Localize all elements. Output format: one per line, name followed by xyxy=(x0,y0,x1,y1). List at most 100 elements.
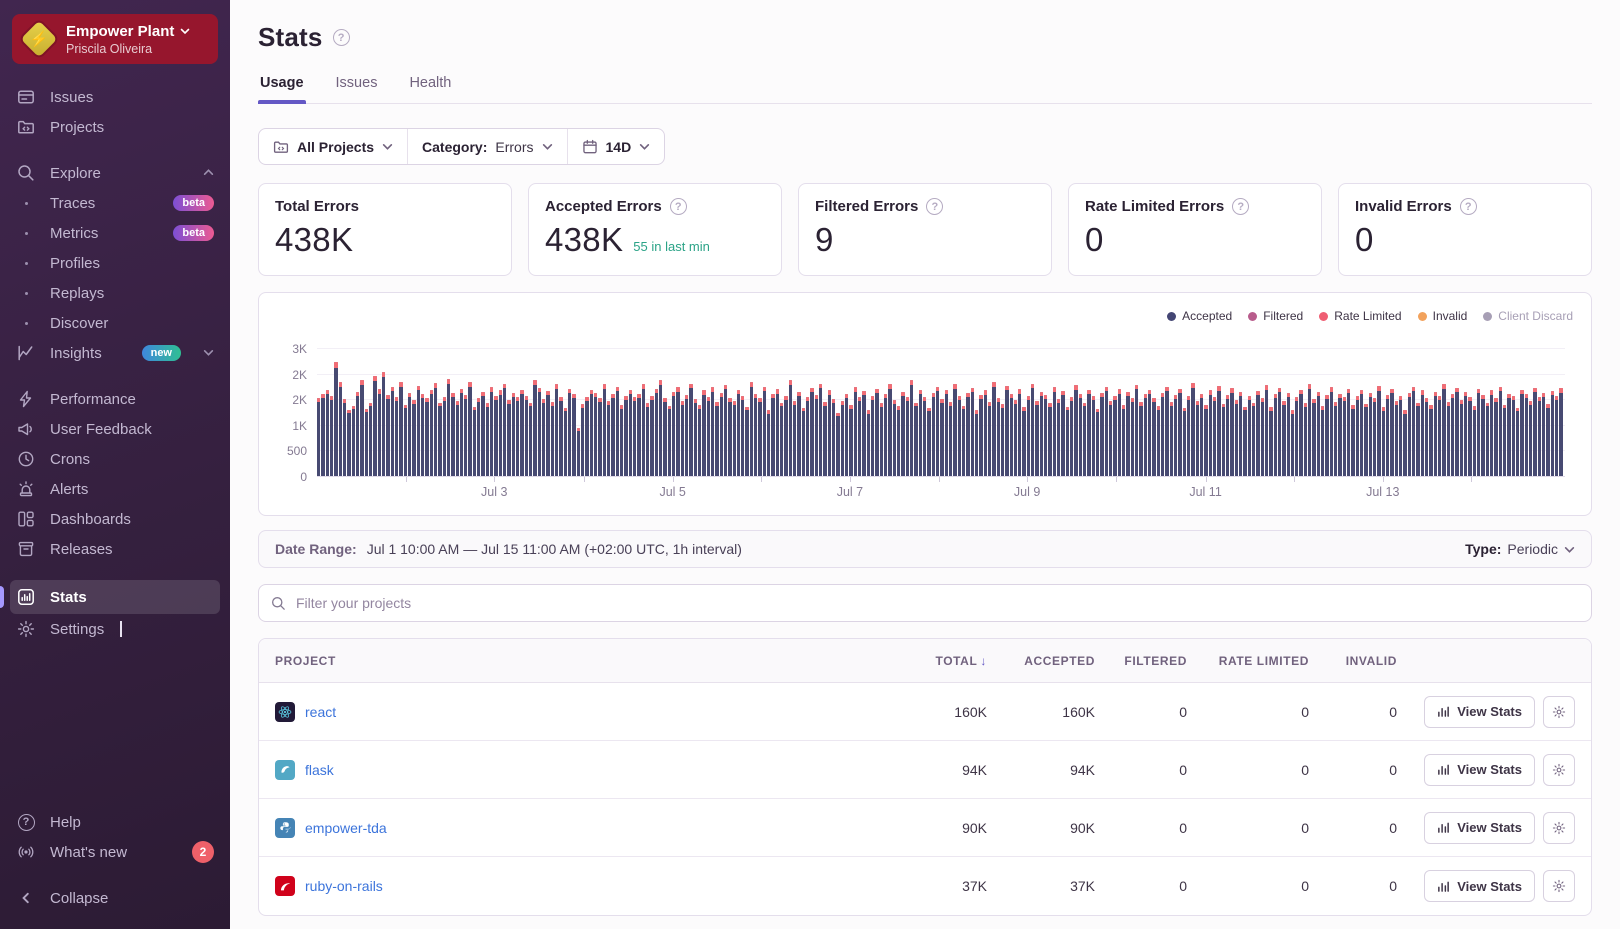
chart-bar[interactable] xyxy=(966,393,969,477)
chart-bar[interactable] xyxy=(1005,386,1008,477)
chart-bar[interactable] xyxy=(836,413,839,477)
chart-bar[interactable] xyxy=(1139,402,1142,477)
chart-bar[interactable] xyxy=(689,384,692,477)
chart-bar[interactable] xyxy=(1287,393,1290,477)
chart-bar[interactable] xyxy=(728,398,731,477)
legend-item-filtered[interactable]: Filtered xyxy=(1248,309,1303,323)
chart-bar[interactable] xyxy=(1347,389,1350,477)
chart-bar[interactable] xyxy=(1256,391,1259,477)
chart-bar[interactable] xyxy=(763,387,766,477)
chart-bar[interactable] xyxy=(802,408,805,477)
chart-bar[interactable] xyxy=(1425,398,1428,477)
chart-bar[interactable] xyxy=(1001,404,1004,477)
chart-bar[interactable] xyxy=(1100,393,1103,477)
chart-bar[interactable] xyxy=(1178,389,1181,477)
chart-bar[interactable] xyxy=(1010,394,1013,477)
sidebar-item-releases[interactable]: Releases xyxy=(0,534,230,564)
chart-bar[interactable] xyxy=(1035,401,1038,477)
chart-bar[interactable] xyxy=(841,401,844,477)
sidebar-item-stats[interactable]: Stats xyxy=(10,580,220,614)
sidebar-item-settings[interactable]: Settings xyxy=(0,614,230,644)
chart-bar[interactable] xyxy=(810,388,813,477)
sidebar-item-explore[interactable]: Explore xyxy=(0,158,230,188)
chart-bar[interactable] xyxy=(1334,402,1337,477)
chart-bar[interactable] xyxy=(1438,396,1441,477)
chart-bar[interactable] xyxy=(1096,409,1099,477)
chart-bar[interactable] xyxy=(1421,390,1424,477)
project-link[interactable]: ruby-on-rails xyxy=(305,878,383,894)
chart-bar[interactable] xyxy=(1360,390,1363,477)
chart-bar[interactable] xyxy=(741,396,744,477)
chart-bar[interactable] xyxy=(1183,408,1186,477)
chart-bar[interactable] xyxy=(334,362,337,477)
chart-bar[interactable] xyxy=(542,399,545,477)
chart-bar[interactable] xyxy=(1447,402,1450,477)
chart-bar[interactable] xyxy=(559,397,562,477)
chart-bar[interactable] xyxy=(395,397,398,477)
chart-bar[interactable] xyxy=(1390,389,1393,477)
chart-bar[interactable] xyxy=(1213,397,1216,477)
chart-bar[interactable] xyxy=(1351,405,1354,477)
chart-bar[interactable] xyxy=(1382,407,1385,477)
chart-bar[interactable] xyxy=(1144,394,1147,477)
chart-bar[interactable] xyxy=(412,400,415,477)
chart-bar[interactable] xyxy=(681,401,684,477)
sidebar-item-issues[interactable]: Issues xyxy=(0,82,230,112)
chart-bar[interactable] xyxy=(585,397,588,477)
chart-bar[interactable] xyxy=(1503,405,1506,477)
tab-health[interactable]: Health xyxy=(407,75,453,103)
chart-bar[interactable] xyxy=(1230,388,1233,477)
chart-bar[interactable] xyxy=(1148,390,1151,477)
chart-bar[interactable] xyxy=(408,393,411,477)
chart-bar[interactable] xyxy=(979,395,982,477)
chart-bar[interactable] xyxy=(984,390,987,477)
chart-bar[interactable] xyxy=(365,409,368,477)
chart-bar[interactable] xyxy=(572,394,575,477)
chart-bar[interactable] xyxy=(1412,387,1415,477)
chart-bar[interactable] xyxy=(616,387,619,477)
chart-bar[interactable] xyxy=(1416,403,1419,477)
chart-bar[interactable] xyxy=(516,397,519,477)
chart-bar[interactable] xyxy=(451,393,454,477)
sidebar-item-insights[interactable]: Insights new xyxy=(0,338,230,368)
chart-bar[interactable] xyxy=(1200,394,1203,477)
chart-bar[interactable] xyxy=(945,390,948,477)
chart-bar[interactable] xyxy=(1170,402,1173,477)
chart-bar[interactable] xyxy=(932,393,935,477)
chart-bar[interactable] xyxy=(520,390,523,477)
project-filter-dropdown[interactable]: All Projects xyxy=(259,129,407,164)
sidebar-item-traces[interactable]: Traces beta xyxy=(0,188,230,218)
col-invalid[interactable]: INVALID xyxy=(1309,654,1397,668)
chart-bar[interactable] xyxy=(1083,403,1086,477)
chart-bar[interactable] xyxy=(1265,385,1268,477)
chart-bar[interactable] xyxy=(568,389,571,477)
chart-bar[interactable] xyxy=(867,410,870,477)
chart-bar[interactable] xyxy=(659,380,662,477)
chart-bar[interactable] xyxy=(919,390,922,477)
chart-bar[interactable] xyxy=(1473,406,1476,477)
chart-bar[interactable] xyxy=(356,392,359,477)
chart-bar[interactable] xyxy=(1507,394,1510,477)
chart-bar[interactable] xyxy=(927,408,930,477)
chart-bar[interactable] xyxy=(776,389,779,477)
chart-bar[interactable] xyxy=(758,398,761,477)
chart-bar[interactable] xyxy=(477,398,480,477)
chart-bar[interactable] xyxy=(871,396,874,477)
chart-bar[interactable] xyxy=(910,380,913,477)
category-filter-dropdown[interactable]: Category: Errors xyxy=(407,129,566,164)
chart-bar[interactable] xyxy=(551,402,554,477)
tab-usage[interactable]: Usage xyxy=(258,75,306,103)
chart-bar[interactable] xyxy=(1533,388,1536,477)
chart-bar[interactable] xyxy=(767,410,770,477)
chart-bar[interactable] xyxy=(399,382,402,477)
chart-bar[interactable] xyxy=(1131,398,1134,477)
chart-bar[interactable] xyxy=(321,394,324,477)
chart-bar[interactable] xyxy=(1403,410,1406,477)
chart-bar[interactable] xyxy=(1546,404,1549,477)
chart-bar[interactable] xyxy=(1040,392,1043,477)
view-stats-button[interactable]: View Stats xyxy=(1424,696,1535,728)
chart-bar[interactable] xyxy=(832,399,835,477)
chart-bar[interactable] xyxy=(1551,391,1554,477)
date-period-dropdown[interactable]: 14D xyxy=(567,129,665,164)
chart-bar[interactable] xyxy=(624,396,627,477)
